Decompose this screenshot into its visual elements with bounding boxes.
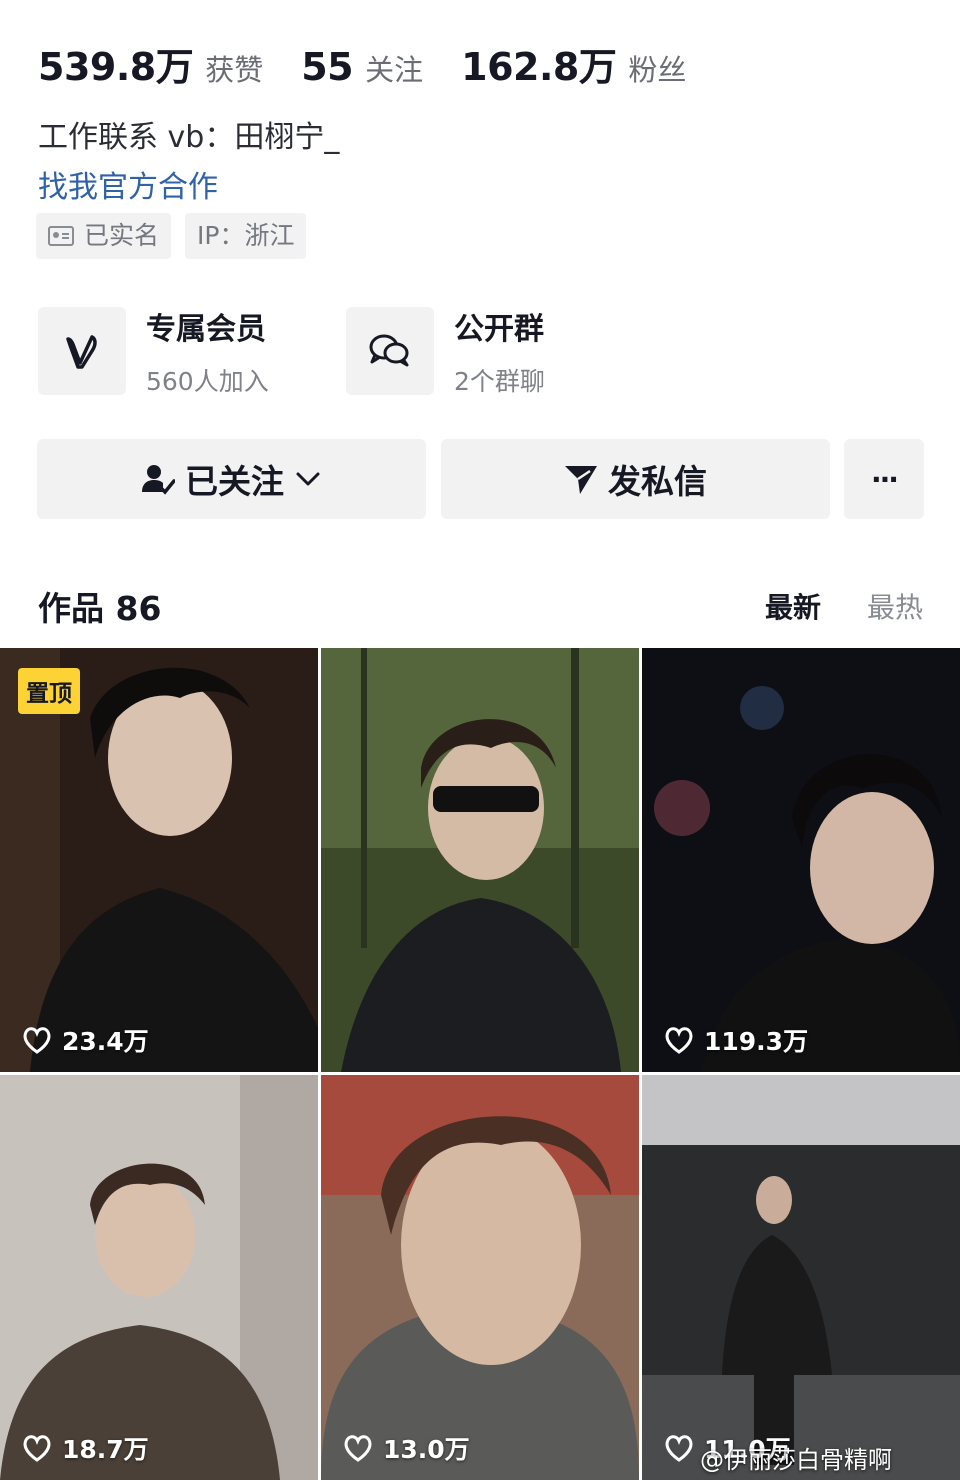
video-thumbnail-image bbox=[642, 1075, 960, 1480]
heart-icon bbox=[665, 1027, 693, 1054]
video-thumbnail-2[interactable] bbox=[321, 648, 639, 1072]
membership-subtitle: 560人加入 bbox=[146, 367, 269, 396]
profile-stats: 539.8万 获赞 55 关注 162.8万 粉丝 bbox=[38, 36, 724, 91]
video-likes-count: 13.0万 bbox=[383, 1435, 470, 1464]
watermark: @伊丽莎白骨精啊 bbox=[700, 1446, 892, 1474]
send-message-button[interactable]: 发私信 bbox=[441, 439, 830, 519]
pinned-badge: 置顶 bbox=[18, 668, 80, 714]
public-group-title: 公开群 bbox=[454, 312, 544, 347]
video-thumbnail-image bbox=[321, 648, 639, 1072]
video-thumbnail-image bbox=[642, 648, 960, 1072]
group-chat-icon-box bbox=[346, 307, 434, 395]
public-group-subtitle: 2个群聊 bbox=[454, 367, 545, 396]
video-likes: 18.7万 bbox=[22, 1430, 149, 1466]
profile-bio: 工作联系 vb：田栩宁_ bbox=[38, 120, 340, 155]
v-logo-icon-box bbox=[38, 307, 126, 395]
more-dots-icon: ··· bbox=[871, 462, 899, 496]
video-thumbnail-image bbox=[321, 1075, 639, 1480]
video-likes: 23.4万 bbox=[22, 1022, 149, 1058]
video-likes-count: 18.7万 bbox=[62, 1435, 149, 1464]
user-check-icon bbox=[142, 465, 175, 495]
stat-fans-label: 粉丝 bbox=[628, 53, 687, 87]
video-likes-count: 119.3万 bbox=[704, 1027, 809, 1056]
video-thumbnail-5[interactable]: 13.0万 bbox=[321, 1075, 639, 1480]
profile-tags: 已实名 IP：浙江 bbox=[36, 213, 320, 259]
v-logo-icon bbox=[66, 335, 97, 369]
heart-icon bbox=[23, 1027, 51, 1054]
stat-likes[interactable]: 539.8万 获赞 bbox=[38, 36, 263, 91]
membership-title: 专属会员 bbox=[146, 312, 266, 347]
public-group-card[interactable]: 公开群 2个群聊 bbox=[346, 304, 545, 398]
heart-icon bbox=[344, 1435, 372, 1462]
id-card-icon bbox=[48, 226, 74, 246]
stat-following[interactable]: 55 关注 bbox=[301, 45, 423, 89]
official-cooperation-link[interactable]: 找我官方合作 bbox=[38, 162, 218, 206]
following-button[interactable]: 已关注 bbox=[37, 439, 426, 519]
verified-tag-label: 已实名 bbox=[84, 221, 160, 250]
video-likes-count: 23.4万 bbox=[62, 1027, 149, 1056]
video-thumbnail-4[interactable]: 18.7万 bbox=[0, 1075, 318, 1480]
heart-icon bbox=[23, 1435, 51, 1462]
works-count-title[interactable]: 作品 86 bbox=[38, 582, 161, 630]
verified-tag[interactable]: 已实名 bbox=[36, 213, 172, 259]
sort-hottest-tab[interactable]: 最热 bbox=[867, 586, 923, 626]
more-options-button[interactable]: ··· bbox=[844, 439, 924, 519]
works-grid: 置顶 23.4万 119.3万 18.7万 13.0万 11.0万 bbox=[0, 648, 960, 1480]
video-likes: 13.0万 bbox=[343, 1430, 470, 1466]
ip-location-tag: IP：浙江 bbox=[185, 213, 307, 259]
stat-following-value: 55 bbox=[301, 45, 354, 89]
stat-following-label: 关注 bbox=[365, 53, 424, 87]
video-thumbnail-6[interactable]: 11.0万 bbox=[642, 1075, 960, 1480]
exclusive-membership-card[interactable]: 专属会员 560人加入 bbox=[38, 304, 269, 398]
heart-icon bbox=[665, 1435, 693, 1462]
video-thumbnail-3[interactable]: 119.3万 bbox=[642, 648, 960, 1072]
paper-plane-icon bbox=[565, 466, 597, 494]
sort-latest-tab[interactable]: 最新 bbox=[765, 586, 821, 626]
following-button-label: 已关注 bbox=[185, 462, 284, 501]
send-message-label: 发私信 bbox=[608, 462, 707, 501]
chevron-down-icon bbox=[296, 472, 320, 486]
ip-location-label: IP：浙江 bbox=[197, 221, 295, 250]
stat-likes-label: 获赞 bbox=[205, 53, 264, 87]
stat-fans-value: 162.8万 bbox=[461, 45, 617, 89]
video-thumbnail-1[interactable]: 置顶 23.4万 bbox=[0, 648, 318, 1072]
stat-fans[interactable]: 162.8万 粉丝 bbox=[461, 36, 686, 91]
group-chat-icon bbox=[369, 334, 409, 367]
video-likes: 119.3万 bbox=[664, 1022, 808, 1058]
video-thumbnail-image bbox=[0, 1075, 318, 1480]
stat-likes-value: 539.8万 bbox=[38, 45, 194, 89]
